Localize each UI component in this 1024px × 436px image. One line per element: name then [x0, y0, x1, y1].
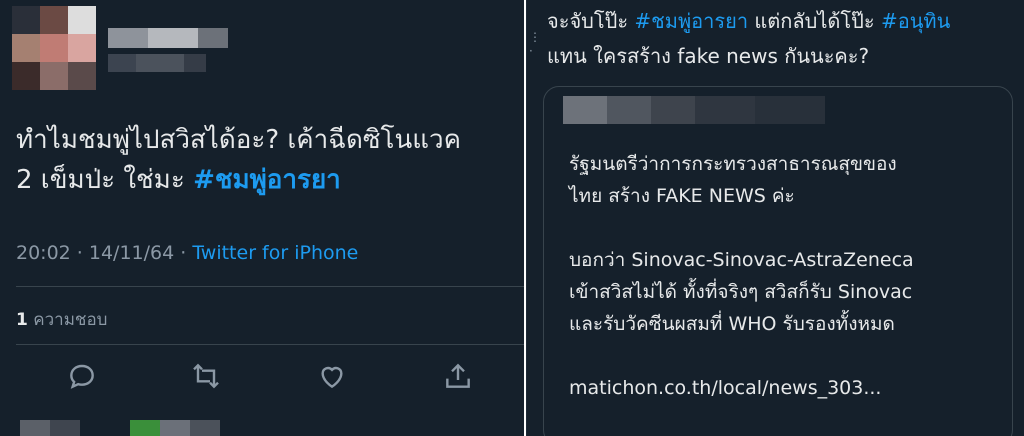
quoted-line: รัฐมนตรีว่าการกระทรวงสาธารณสุขของ	[569, 153, 897, 175]
retweet-icon[interactable]	[190, 360, 222, 392]
quoted-link[interactable]: matichon.co.th/local/news_303...	[569, 372, 1009, 404]
likes-label: ความชอบ	[27, 310, 108, 330]
tweet-meta: 20:02 · 14/11/64 · Twitter for iPhone	[16, 242, 358, 264]
tweet-text-line: แทน ใครสร้าง fake news กันนะคะ?	[547, 44, 870, 68]
divider	[16, 344, 526, 345]
hashtag-link[interactable]: #อนุทิน	[881, 9, 950, 33]
right-tweet-panel: ⋮ · จะจับโป๊ะ #ชมพู่อารยา แต่กลับได้โป๊ะ …	[526, 0, 1024, 436]
quoted-tweet-body: รัฐมนตรีว่าการกระทรวงสาธารณสุขของ ไทย สร…	[569, 148, 1009, 404]
quoted-line: เข้าสวิสไม่ได้ ทั้งที่จริงๆ สวิสก็รับ Si…	[569, 281, 913, 303]
like-icon[interactable]	[316, 360, 348, 392]
text-segment: จะจับโป๊ะ	[547, 9, 635, 33]
thread-dots-icon: ⋮ ·	[529, 30, 542, 58]
left-tweet-panel: ทำไมชมพู่ไปสวิสได้อะ? เค้าฉีดซิโนแวค 2 เ…	[0, 0, 526, 436]
quoted-line: ไทย สร้าง FAKE NEWS ค่ะ	[569, 185, 795, 207]
avatar[interactable]	[12, 6, 96, 90]
tweet-text-line: 2 เข็มป่ะ ใช่มะ #ชมพู่อารยา	[16, 160, 516, 200]
tweet-actions	[16, 356, 516, 400]
reply-icon[interactable]	[66, 360, 98, 392]
text-segment: แต่กลับได้โป๊ะ	[748, 9, 881, 33]
source-link[interactable]: Twitter for iPhone	[192, 242, 358, 264]
hashtag-link[interactable]: #ชมพู่อารยา	[193, 165, 341, 195]
tweet-text-line: ทำไมชมพู่ไปสวิสได้อะ? เค้าฉีดซิโนแวค	[16, 125, 462, 155]
tweet-text-line2: 2 เข็มป่ะ ใช่มะ	[16, 165, 194, 195]
divider	[16, 286, 526, 287]
hashtag-link[interactable]: #ชมพู่อารยา	[634, 9, 748, 33]
tweet-text-line: จะจับโป๊ะ #ชมพู่อารยา แต่กลับได้โป๊ะ #อน…	[547, 4, 1017, 39]
tweet-text: จะจับโป๊ะ #ชมพู่อารยา แต่กลับได้โป๊ะ #อน…	[547, 4, 1017, 74]
quoted-line: บอกว่า Sinovac-Sinovac-AstraZeneca	[569, 249, 914, 271]
timestamp[interactable]: 20:02 · 14/11/64 ·	[16, 242, 192, 264]
likes-summary[interactable]: 1 ความชอบ	[16, 306, 107, 333]
share-icon[interactable]	[442, 360, 474, 392]
likes-count: 1	[16, 310, 28, 330]
tweet-text: ทำไมชมพู่ไปสวิสได้อะ? เค้าฉีดซิโนแวค 2 เ…	[16, 120, 516, 200]
quoted-line: และรับวัคซีนผสมที่ WHO รับรองทั้งหมด	[569, 313, 895, 335]
